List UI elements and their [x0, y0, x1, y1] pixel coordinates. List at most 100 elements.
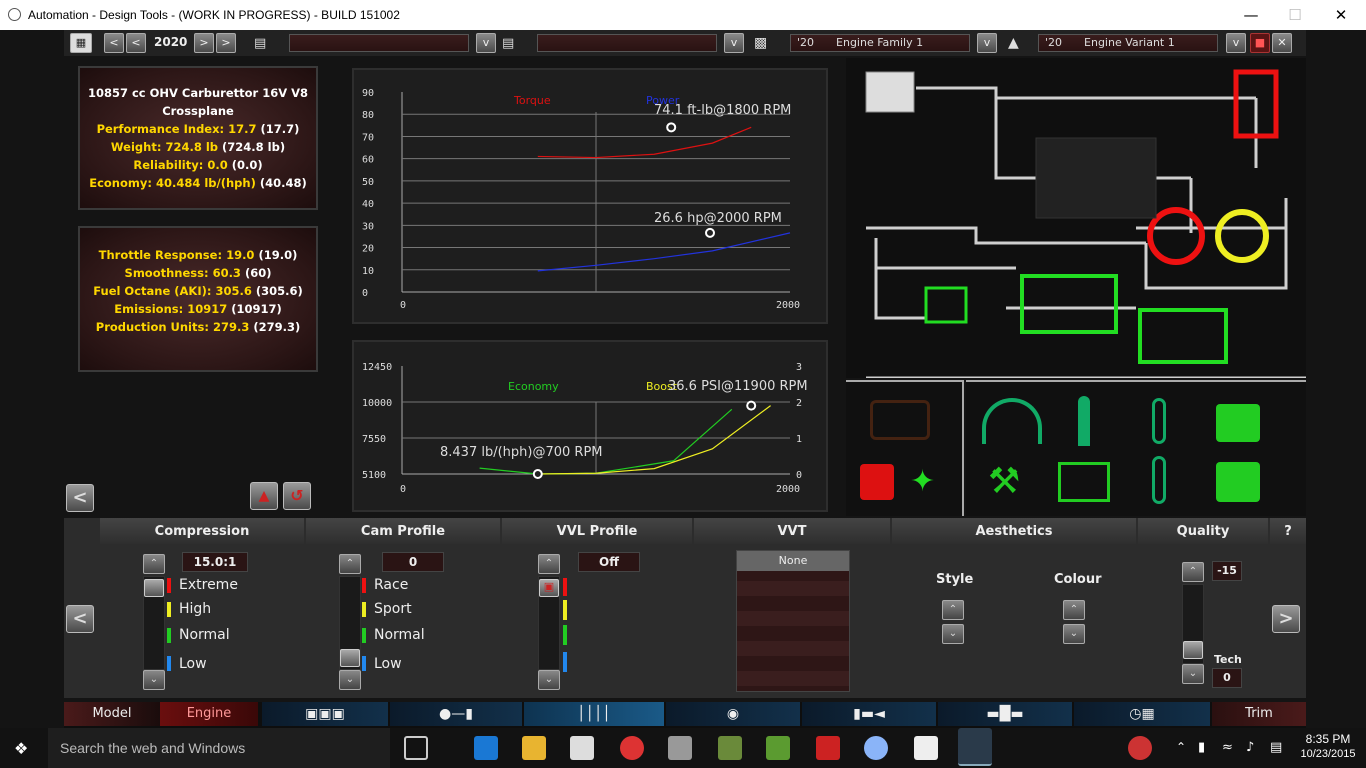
tab-fuel-icon[interactable]: ▮▬◄: [802, 702, 936, 726]
next-section-button[interactable]: >: [1272, 605, 1300, 633]
wrench-icon[interactable]: ⚒: [988, 460, 1040, 504]
file-explorer-icon[interactable]: [522, 736, 546, 760]
tab-model[interactable]: Model: [64, 702, 160, 726]
compression-up-button[interactable]: ⌃: [143, 554, 165, 574]
style-down-button[interactable]: ⌄: [942, 624, 964, 644]
tab-head-icon[interactable]: ●—▮: [390, 702, 522, 726]
year-forward-button[interactable]: >: [194, 33, 214, 53]
taskbar-clock[interactable]: 8:35 PM 10/23/2015: [1296, 732, 1360, 760]
cam-down-button[interactable]: ⌄: [339, 670, 361, 690]
vvt-list[interactable]: None: [736, 550, 850, 692]
crankshaft-icon[interactable]: [1058, 462, 1110, 502]
tab-engine[interactable]: Engine: [160, 702, 258, 726]
vvl-up-button[interactable]: ⌃: [538, 554, 560, 574]
engine-family-field[interactable]: '20 Engine Family 1: [790, 34, 970, 52]
intercooler-green-icon[interactable]: [1138, 308, 1228, 364]
task-view-icon[interactable]: [404, 736, 428, 760]
tab-exhaust-icon[interactable]: ▬█▬: [938, 702, 1072, 726]
help-button[interactable]: ?: [1270, 518, 1306, 544]
wifi-icon[interactable]: ≈: [1222, 740, 1233, 755]
volume-icon[interactable]: ♪: [1246, 740, 1254, 755]
show-hidden-icons[interactable]: ⌃: [1176, 740, 1186, 754]
vvt-option-selected[interactable]: None: [737, 551, 849, 571]
throttle-green-icon[interactable]: [924, 286, 968, 324]
prev-section-button[interactable]: <: [66, 605, 94, 633]
cam-option[interactable]: Sport: [374, 601, 412, 617]
compression-option[interactable]: Low: [179, 656, 207, 672]
quality-down-button[interactable]: ⌄: [1182, 664, 1204, 684]
chrome-icon[interactable]: [620, 736, 644, 760]
game-app-icon[interactable]: [816, 736, 840, 760]
notifications-icon[interactable]: ▤: [1270, 740, 1282, 755]
taskbar-search-box[interactable]: Search the web and Windows: [48, 728, 390, 768]
compression-thumb[interactable]: [144, 579, 164, 597]
vvl-slider[interactable]: ▣: [538, 576, 560, 670]
year-forward-fast-button[interactable]: >: [216, 33, 236, 53]
home-icon[interactable]: [914, 736, 938, 760]
trim-dropdown-button[interactable]: v: [724, 33, 744, 53]
engine-variant-field[interactable]: '20 Engine Variant 1: [1038, 34, 1218, 52]
test-engine-icon[interactable]: ▲: [250, 482, 278, 510]
cam-option[interactable]: Low: [374, 656, 402, 672]
quality-thumb[interactable]: [1183, 641, 1203, 659]
chrome-canary-icon[interactable]: [864, 736, 888, 760]
trim-field[interactable]: [537, 34, 717, 52]
windows-start-icon[interactable]: ❖: [14, 740, 32, 758]
intake-green-icon[interactable]: [1020, 274, 1118, 334]
delete-button[interactable]: ✕: [1272, 33, 1292, 53]
store-icon[interactable]: [570, 736, 594, 760]
compression-option[interactable]: Extreme: [179, 577, 238, 593]
tab-block-icon[interactable]: ▣▣▣: [262, 702, 388, 726]
quality-slider[interactable]: [1182, 584, 1204, 664]
conrod-bottom-icon[interactable]: [1152, 456, 1166, 504]
colour-down-button[interactable]: ⌄: [1063, 624, 1085, 644]
conrod-top-icon[interactable]: [1152, 398, 1166, 444]
lock-icon[interactable]: ▣: [539, 579, 559, 597]
calendar-icon[interactable]: ▦: [70, 33, 92, 53]
minimize-button[interactable]: —: [1228, 0, 1274, 30]
cam-option[interactable]: Normal: [374, 627, 425, 643]
tachometer-icon[interactable]: [982, 398, 1042, 444]
tab-intake-icon[interactable]: ◉: [666, 702, 800, 726]
variant-dropdown-button[interactable]: v: [1226, 33, 1246, 53]
minecraft-icon[interactable]: [718, 736, 742, 760]
quality-up-button[interactable]: ⌃: [1182, 562, 1204, 582]
model-dropdown-button[interactable]: v: [476, 33, 496, 53]
piston-bottom-icon[interactable]: [1216, 462, 1260, 502]
year-back-button[interactable]: <: [126, 33, 146, 53]
compression-option[interactable]: Normal: [179, 627, 230, 643]
valve-icon[interactable]: [1078, 396, 1090, 446]
family-dropdown-button[interactable]: v: [977, 33, 997, 53]
turbo-red-icon[interactable]: [1147, 207, 1205, 265]
close-button[interactable]: ✕: [1318, 0, 1364, 30]
vvl-down-button[interactable]: ⌄: [538, 670, 560, 690]
compression-option[interactable]: High: [179, 601, 211, 617]
tab-crank-icon[interactable]: ││││: [524, 702, 664, 726]
cam-slider[interactable]: [339, 576, 361, 670]
battery-icon[interactable]: ▮: [1198, 740, 1205, 755]
bowling-app-icon[interactable]: [668, 736, 692, 760]
engine-damage-icon[interactable]: [860, 464, 894, 500]
save-icon[interactable]: ■: [1250, 33, 1270, 53]
grass-block-icon[interactable]: [766, 736, 790, 760]
air-filter-icon[interactable]: [865, 71, 915, 113]
model-field[interactable]: [289, 34, 469, 52]
tray-app-icon[interactable]: [1128, 736, 1152, 760]
back-arrow-button[interactable]: <: [66, 484, 94, 512]
compression-slider[interactable]: [143, 576, 165, 670]
tab-tuning-icon[interactable]: ◷▦: [1074, 702, 1210, 726]
cam-thumb[interactable]: [340, 649, 360, 667]
piston-top-icon[interactable]: [1216, 404, 1260, 442]
colour-up-button[interactable]: ⌃: [1063, 600, 1085, 620]
edge-browser-icon[interactable]: [474, 736, 498, 760]
maximize-button[interactable]: ☐: [1272, 0, 1318, 30]
year-back-fast-button[interactable]: <: [104, 33, 124, 53]
undo-icon[interactable]: ↺: [283, 482, 311, 510]
style-up-button[interactable]: ⌃: [942, 600, 964, 620]
tab-trim[interactable]: Trim: [1212, 702, 1306, 726]
cam-up-button[interactable]: ⌃: [339, 554, 361, 574]
spark-plug-icon[interactable]: ✦: [910, 462, 946, 502]
compression-down-button[interactable]: ⌄: [143, 670, 165, 690]
automation-app-icon[interactable]: [958, 728, 992, 766]
cam-option[interactable]: Race: [374, 577, 408, 593]
